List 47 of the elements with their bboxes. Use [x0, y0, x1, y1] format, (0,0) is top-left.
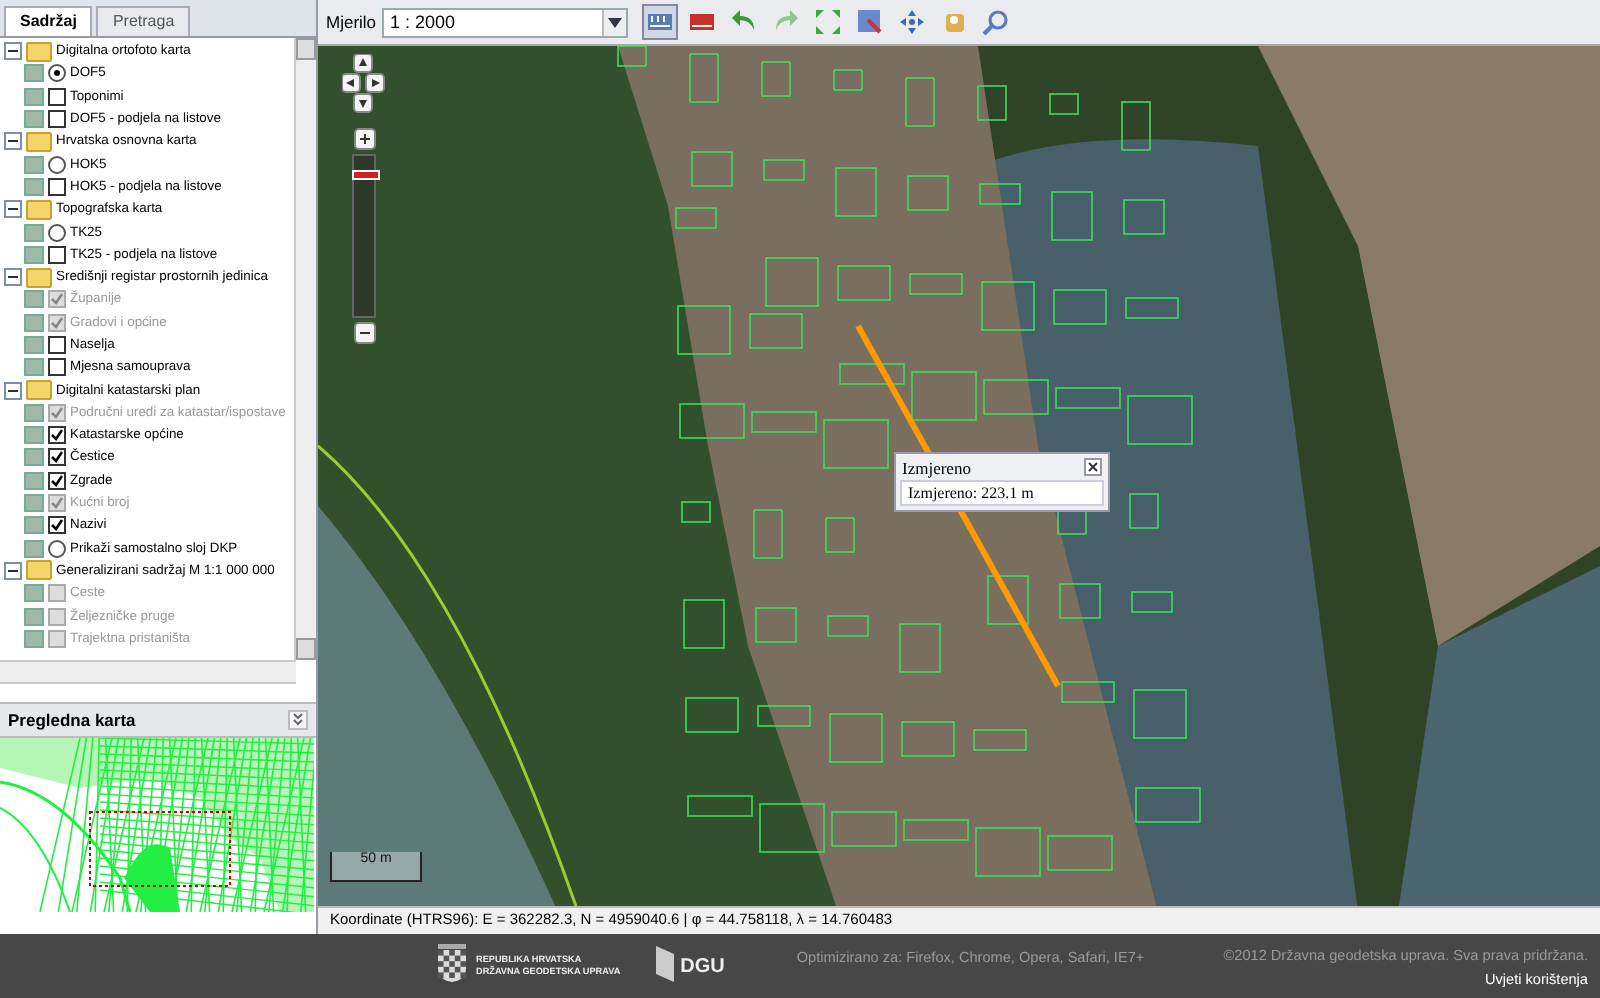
popup-title: Izmjereno	[902, 457, 971, 477]
dropdown-caret-icon[interactable]	[602, 9, 627, 35]
collapse-icon[interactable]	[4, 132, 22, 151]
dgu-logo-text: DGU	[680, 955, 725, 977]
folder-icon	[26, 267, 52, 288]
radio-button[interactable]	[48, 223, 66, 242]
zoom-slider-thumb[interactable]	[352, 170, 380, 181]
folder-icon	[26, 380, 52, 401]
coat-of-arms-icon	[436, 944, 468, 988]
folder-icon	[26, 560, 52, 581]
collapse-icon[interactable]	[4, 561, 22, 580]
folder-icon	[26, 131, 52, 152]
checkbox[interactable]	[48, 110, 66, 129]
collapse-icon[interactable]	[4, 268, 22, 287]
collapse-icon[interactable]	[4, 42, 22, 61]
scale-label: Mjerilo	[326, 12, 377, 32]
zoom-in-button[interactable]	[353, 128, 375, 150]
checkbox[interactable]	[48, 471, 66, 490]
vertical-scrollbar[interactable]	[294, 38, 316, 660]
panel-tab[interactable]: Pretraga	[96, 6, 191, 36]
scale-select[interactable]: 1 : 2000	[382, 7, 629, 37]
zoom-out-button[interactable]	[353, 322, 375, 344]
radio-button[interactable]	[48, 539, 66, 558]
search-icon[interactable]	[982, 8, 1011, 36]
overview-title: Pregledna karta	[8, 710, 136, 730]
checkbox[interactable]	[48, 516, 66, 535]
checkbox[interactable]	[48, 336, 66, 354]
radio-button[interactable]	[48, 155, 66, 174]
folder-icon	[26, 199, 52, 220]
collapse-icon[interactable]	[4, 200, 22, 219]
measurement-text: Izmjereno: 223.1 m	[900, 480, 1104, 506]
panel-tab[interactable]: Sadržaj	[4, 6, 93, 36]
pan-icon[interactable]	[898, 8, 927, 36]
checkbox[interactable]	[48, 87, 66, 106]
aerial-map-photo[interactable]	[318, 46, 1600, 906]
dgu-logo-icon	[656, 945, 677, 987]
horizontal-scrollbar[interactable]	[0, 660, 296, 684]
collapse-icon[interactable]	[4, 381, 22, 400]
close-button[interactable]	[1084, 458, 1102, 476]
checkbox[interactable]	[48, 177, 66, 196]
checkbox[interactable]	[48, 448, 66, 467]
checkbox[interactable]	[48, 426, 66, 445]
folder-icon	[26, 41, 52, 62]
zoom-slider[interactable]	[352, 154, 376, 318]
checkbox[interactable]	[48, 358, 66, 377]
radio-button[interactable]	[48, 64, 66, 83]
checkbox[interactable]	[48, 245, 66, 264]
